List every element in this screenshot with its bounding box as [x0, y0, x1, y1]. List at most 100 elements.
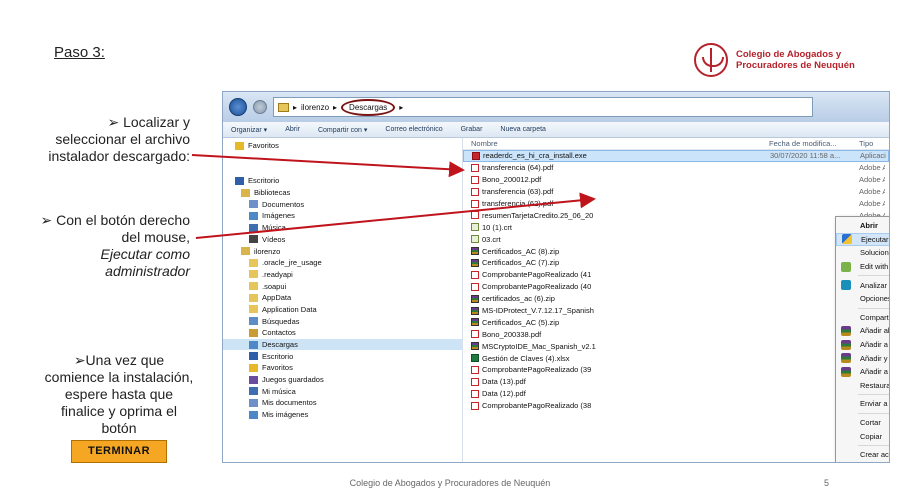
file-row[interactable]: Data (13).pdfAdobe A	[463, 376, 889, 388]
new-folder-button[interactable]: Nueva carpeta	[500, 126, 546, 133]
nav-item[interactable]: .soapui	[223, 280, 462, 292]
nav-item[interactable]: Application Data	[223, 304, 462, 316]
open-button[interactable]: Abrir	[285, 126, 300, 133]
context-menu-item[interactable]: Añadir a "readerdc_es_hi_cra_install.rar…	[836, 365, 889, 379]
context-menu-item[interactable]: Copiar	[836, 429, 889, 443]
nav-item[interactable]: Vídeos	[223, 234, 462, 246]
file-name-cell: ComprobantePagoRealizado (38	[463, 401, 769, 410]
chevron-right-icon: ▸	[399, 102, 404, 112]
breadcrumb-item[interactable]: ilorenzo	[301, 103, 329, 112]
nav-item[interactable]: ilorenzo	[223, 245, 462, 257]
nav-item[interactable]: Favoritos	[223, 140, 462, 152]
context-menu-item[interactable]: Cortar	[836, 416, 889, 430]
menu-item-label: Restaurar versiones anteriores	[860, 380, 890, 390]
documents-icon	[249, 200, 258, 209]
file-row[interactable]: 03.crtCertifica	[463, 233, 889, 245]
file-row[interactable]: Data (12).pdfAdobe A	[463, 388, 889, 400]
file-type: Aplicación	[860, 151, 886, 161]
file-row[interactable]: ComprobantePagoRealizado (39Adobe A	[463, 364, 889, 376]
exe-file-icon	[472, 151, 480, 160]
eset-icon	[841, 280, 851, 291]
nav-item[interactable]: Juegos guardados	[223, 374, 462, 386]
context-menu-item[interactable]: Eliminar	[836, 462, 889, 463]
nav-item-label: .readyapi	[262, 269, 293, 279]
nav-item-label: ilorenzo	[254, 246, 281, 256]
terminar-button[interactable]: TERMINAR	[70, 440, 168, 463]
column-date[interactable]: Fecha de modifica...	[769, 139, 855, 148]
context-menu-item[interactable]: Restaurar versiones anteriores	[836, 379, 890, 393]
context-menu-item[interactable]: Abrir	[836, 219, 889, 233]
nav-item[interactable]: Escritorio	[223, 175, 462, 187]
menu-item-label: Abrir	[860, 221, 878, 231]
file-row[interactable]: Bono_200338.pdfAdobe A	[463, 328, 889, 340]
file-row-installer[interactable]: readerdc_es_hi_cra_install.exe 30/07/2020…	[463, 150, 889, 162]
menu-item-label: Añadir al archivo...	[860, 326, 890, 336]
folder-icon	[249, 293, 258, 302]
file-row[interactable]: Certificados_AC (8).zipArchivo	[463, 245, 889, 257]
nav-item[interactable]: Contactos	[223, 327, 462, 339]
file-row[interactable]: Bono_200012.pdf Adobe A	[463, 174, 889, 186]
context-menu-item[interactable]: Compartir con▶	[836, 311, 889, 325]
nav-item[interactable]: Mis imágenes	[223, 409, 462, 421]
share-button[interactable]: Compartir con ▾	[318, 126, 367, 134]
file-row[interactable]: resumenTarjetaCredito.25_06_20Adobe A	[463, 209, 889, 221]
email-button[interactable]: Correo electrónico	[385, 126, 442, 133]
file-name-cell: MSCryptoIDE_Mac_Spanish_v2.1	[463, 342, 769, 351]
pdf-file-icon	[471, 199, 479, 208]
context-menu-item[interactable]: Opciones avanzadas▶	[836, 292, 889, 306]
zip-file-icon	[471, 306, 479, 315]
file-row[interactable]: ComprobantePagoRealizado (41Adobe A	[463, 269, 889, 281]
context-menu-item[interactable]: Añadir al archivo...	[836, 324, 890, 338]
file-name: Certificados_AC (7).zip	[482, 258, 560, 268]
folder-icon	[249, 282, 258, 291]
file-row[interactable]: transferencia (63).pdf Adobe A	[463, 186, 889, 198]
back-button[interactable]	[229, 98, 247, 116]
file-row[interactable]: Certificados_AC (5).zipArchivo	[463, 316, 889, 328]
file-row[interactable]: ComprobantePagoRealizado (38Adobe A	[463, 400, 889, 412]
file-row[interactable]: MSCryptoIDE_Mac_Spanish_v2.1Archivo	[463, 340, 889, 352]
file-row[interactable]: ComprobantePagoRealizado (40Adobe A	[463, 281, 889, 293]
nav-item[interactable]: Bibliotecas	[223, 187, 462, 199]
file-row[interactable]: transferencia (64).pdf Adobe A	[463, 162, 889, 174]
nav-item[interactable]: .oracle_jre_usage	[223, 257, 462, 269]
context-menu-item[interactable]: Solucionar problemas de compatibilidad	[836, 246, 889, 260]
file-row[interactable]: transferencia (62).pdf Adobe A	[463, 198, 889, 210]
file-row[interactable]: certificados_ac (6).zipArchivo	[463, 293, 889, 305]
file-row[interactable]: MS-IDProtect_V.7.12.17_SpanishArchivo	[463, 305, 889, 317]
context-menu-item[interactable]: Crear acceso directo	[836, 448, 889, 462]
nav-item[interactable]: Mis documentos	[223, 397, 462, 409]
forward-button[interactable]	[253, 100, 267, 114]
context-menu-item[interactable]: Edit with Notepad++	[836, 260, 889, 274]
organize-button[interactable]: Organizar ▾	[231, 126, 267, 134]
column-type[interactable]: Tipo	[855, 139, 885, 148]
nav-item[interactable]: Descargas	[223, 338, 462, 351]
nav-item	[223, 152, 462, 164]
nav-item[interactable]: Documentos	[223, 198, 462, 210]
file-row[interactable]: Gestión de Claves (4).xlsxHoja de	[463, 352, 889, 364]
menu-item-run-as-admin[interactable]: Ejecutar como administrador	[836, 232, 889, 247]
nav-item-label: Juegos guardados	[262, 375, 324, 385]
nav-item[interactable]: Imágenes	[223, 210, 462, 222]
folder-icon	[278, 102, 289, 112]
file-row[interactable]: Certificados_AC (7).zipArchivo	[463, 257, 889, 269]
nav-item[interactable]: Búsquedas	[223, 315, 462, 327]
file-type: Adobe A	[859, 175, 885, 185]
nav-item[interactable]: Mi música	[223, 385, 462, 397]
context-menu-item[interactable]: Enviar a▶	[836, 397, 889, 411]
context-menu-item[interactable]: Añadir y enviar por email...	[836, 351, 889, 365]
breadcrumb[interactable]: ▸ ilorenzo ▸ Descargas ▸	[273, 97, 813, 117]
nav-item[interactable]: .readyapi	[223, 269, 462, 281]
breadcrumb-item-descargas[interactable]: Descargas	[341, 98, 396, 116]
nav-item[interactable]: Favoritos	[223, 362, 462, 374]
nav-item[interactable]: Música	[223, 222, 462, 234]
file-name: Gestión de Claves (4).xlsx	[482, 353, 570, 363]
nav-item[interactable]: Escritorio	[223, 350, 462, 362]
context-menu-item[interactable]: Añadir a "readerdc_es_hi_cra_install.rar…	[836, 338, 889, 352]
context-menu-item[interactable]: Analizar con ESET Endpoint Security	[836, 278, 889, 292]
nav-item[interactable]: AppData	[223, 292, 462, 304]
file-name-cell: ComprobantePagoRealizado (40	[463, 282, 769, 291]
address-bar: ▸ ilorenzo ▸ Descargas ▸	[223, 92, 889, 122]
file-row[interactable]: 10 (1).crtCertifica	[463, 221, 889, 233]
column-name[interactable]: Nombre	[463, 139, 769, 148]
burn-button[interactable]: Grabar	[461, 126, 483, 133]
